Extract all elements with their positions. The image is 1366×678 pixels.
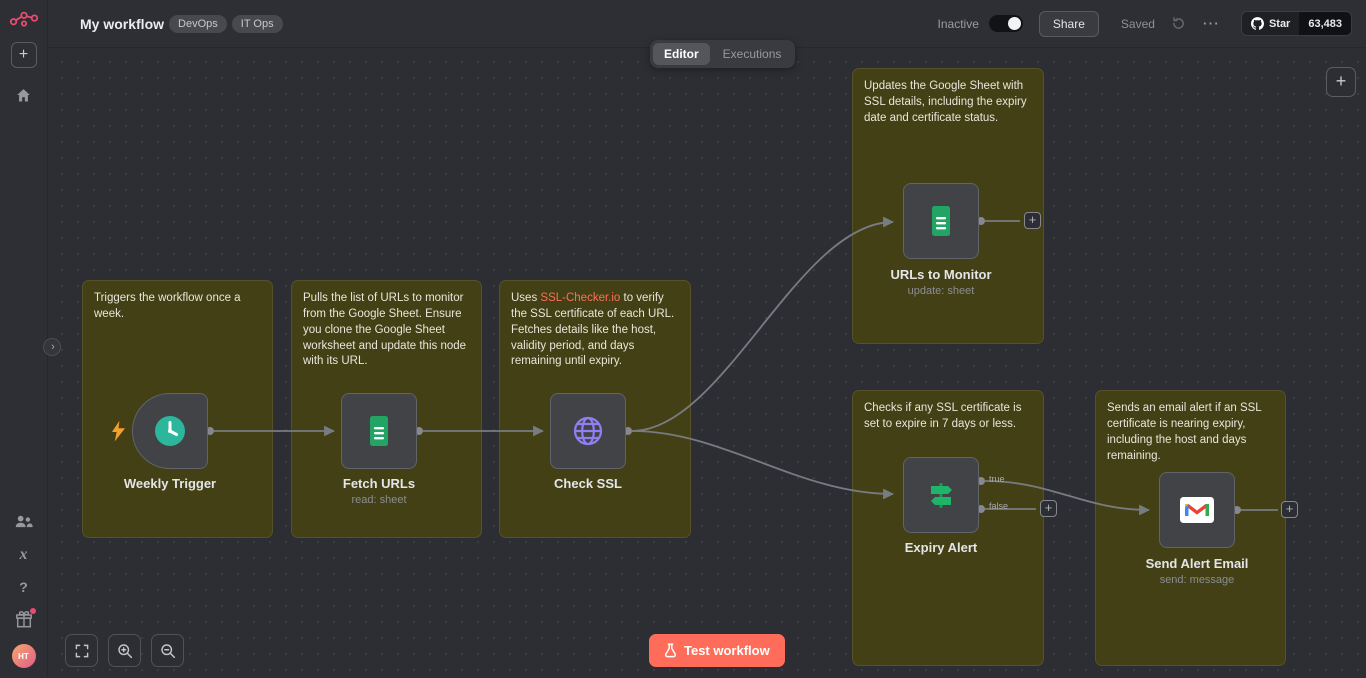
node-subtitle: read: sheet (289, 494, 469, 506)
node-urls-to-monitor[interactable] (903, 183, 979, 259)
note-text: Updates the Google Sheet with SSL detail… (864, 80, 1027, 124)
flask-icon (664, 643, 677, 658)
help-icon[interactable]: ? (19, 578, 28, 596)
node-send-alert-email[interactable] (1159, 472, 1235, 548)
google-sheets-icon (362, 414, 396, 448)
add-node-plus-false[interactable]: + (1040, 500, 1057, 517)
output-true-label: true (989, 474, 1005, 484)
test-workflow-label: Test workflow (684, 643, 770, 658)
add-node-plus-email[interactable]: + (1281, 501, 1298, 518)
github-star-widget[interactable]: Star 63,483 (1241, 11, 1352, 36)
community-icon[interactable] (14, 512, 33, 532)
node-label: Check SSL (498, 476, 678, 491)
editor-tabs: Editor Executions (650, 40, 795, 68)
gmail-icon (1179, 496, 1215, 524)
add-node-button[interactable]: + (1326, 67, 1356, 97)
schedule-clock-icon (152, 413, 188, 449)
fit-view-icon (74, 643, 90, 659)
node-label: Weekly Trigger (80, 476, 260, 491)
test-workflow-button[interactable]: Test workflow (649, 634, 785, 667)
active-toggle[interactable] (989, 15, 1023, 32)
if-filter-icon (924, 478, 958, 512)
node-label: Expiry Alert (851, 540, 1031, 555)
zoom-in-button[interactable] (108, 634, 141, 667)
tab-editor[interactable]: Editor (653, 43, 710, 65)
zoom-out-icon (160, 643, 176, 659)
node-label: Send Alert Email (1107, 556, 1287, 571)
n8n-logo (9, 9, 39, 29)
github-icon (1251, 17, 1264, 30)
whats-new-icon[interactable] (15, 610, 33, 630)
node-check-ssl[interactable] (550, 393, 626, 469)
tag-devops[interactable]: DevOps (169, 15, 227, 33)
tab-executions[interactable]: Executions (712, 43, 793, 65)
toggle-knob (1008, 17, 1021, 30)
sidebar-expand-chevron[interactable]: › (43, 338, 61, 356)
node-subtitle: update: sheet (851, 285, 1031, 297)
zoom-to-fit-button[interactable] (65, 634, 98, 667)
node-subtitle: send: message (1107, 574, 1287, 586)
more-options-icon[interactable]: ⋯ (1202, 15, 1219, 32)
star-count: 63,483 (1299, 12, 1351, 35)
node-label: Fetch URLs (289, 476, 469, 491)
left-sidebar: + x ? HT (0, 0, 48, 678)
google-sheets-icon (924, 204, 958, 238)
node-expiry-alert[interactable] (903, 457, 979, 533)
variables-icon[interactable]: x (20, 546, 28, 564)
saved-status: Saved (1121, 17, 1155, 31)
ssl-checker-link[interactable]: SSL-Checker.io (540, 292, 620, 304)
notification-dot (30, 608, 36, 614)
node-label: URLs to Monitor (851, 267, 1031, 282)
home-icon[interactable] (15, 87, 32, 104)
note-text: Checks if any SSL certificate is set to … (864, 402, 1021, 430)
active-status-label: Inactive (938, 17, 979, 31)
note-text: Uses (511, 292, 540, 304)
note-text: Triggers the workflow once a week. (94, 292, 241, 320)
star-label: Star (1269, 18, 1290, 30)
tag-itops[interactable]: IT Ops (232, 15, 283, 33)
zoom-in-icon (117, 643, 133, 659)
history-icon[interactable] (1171, 16, 1186, 31)
note-text: Sends an email alert if an SSL certifica… (1107, 402, 1261, 462)
workflow-title[interactable]: My workflow (80, 16, 164, 32)
output-false-label: false (989, 501, 1008, 511)
zoom-out-button[interactable] (151, 634, 184, 667)
trigger-bolt-icon (111, 420, 126, 442)
node-weekly-trigger[interactable] (132, 393, 208, 469)
share-button[interactable]: Share (1039, 11, 1099, 37)
globe-icon (571, 414, 605, 448)
note-text: Pulls the list of URLs to monitor from t… (303, 292, 466, 367)
user-avatar[interactable]: HT (12, 644, 36, 668)
add-workflow-button[interactable]: + (11, 42, 37, 68)
add-node-plus-urls[interactable]: + (1024, 212, 1041, 229)
node-fetch-urls[interactable] (341, 393, 417, 469)
